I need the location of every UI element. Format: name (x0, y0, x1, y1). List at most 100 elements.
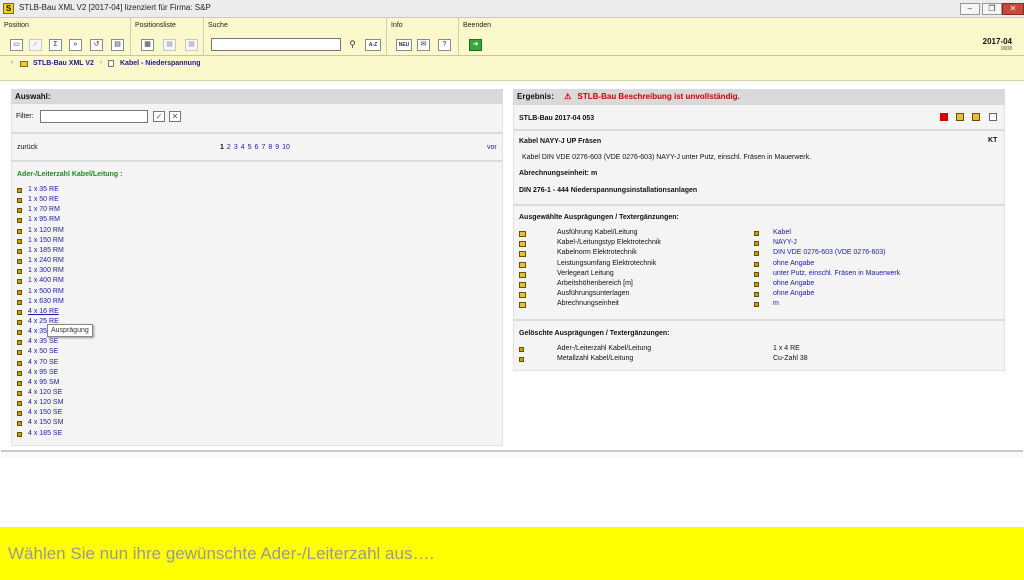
option-item[interactable]: 4 x 185 SE (28, 430, 62, 437)
attribute-edit-icon[interactable] (519, 251, 526, 258)
tooltip: Ausprägung (47, 324, 93, 337)
attribute-edit-icon[interactable] (519, 261, 526, 268)
forward-link[interactable]: vor (487, 144, 497, 151)
option-bullet-icon (17, 411, 22, 417)
option-item[interactable]: 4 x 120 SE (28, 389, 62, 396)
minimize-button[interactable]: – (960, 3, 980, 15)
page-link[interactable]: 8 (268, 144, 272, 151)
attribute-edit-icon[interactable] (519, 241, 526, 248)
breadcrumb: › STLB-Bau XML V2 › Kabel - Niederspannu… (0, 56, 1024, 81)
attribute-label: Arbeitshöhenbereich [m] (557, 280, 633, 287)
undo-icon[interactable]: ↺ (90, 39, 103, 51)
attribute-value[interactable]: ohne Angabe (773, 290, 814, 297)
attribute-value[interactable]: ohne Angabe (773, 260, 814, 267)
option-item[interactable]: 1 x 120 RM (28, 227, 64, 234)
option-item[interactable]: 1 x 630 RM (28, 298, 64, 305)
page-link[interactable]: 7 (261, 144, 265, 151)
divider (11, 160, 503, 162)
result-code: KT (988, 137, 998, 144)
option-item[interactable]: 1 x 95 RM (28, 216, 60, 223)
back-link[interactable]: zurück (17, 144, 38, 151)
page-link[interactable]: 5 (248, 144, 252, 151)
print-icon[interactable] (989, 113, 997, 121)
attribute-value[interactable]: NAYY-J (773, 239, 797, 246)
option-item[interactable]: 1 x 500 RM (28, 288, 64, 295)
list-add-icon[interactable]: ▦ (141, 39, 154, 51)
option-item[interactable]: 1 x 300 RM (28, 267, 64, 274)
option-item[interactable]: 4 x 35 SE (28, 338, 58, 345)
page-link[interactable]: 2 (227, 144, 231, 151)
option-item[interactable]: 1 x 400 RM (28, 277, 64, 284)
close-button[interactable]: ✕ (1002, 3, 1024, 15)
page-link[interactable]: 1 (220, 144, 224, 151)
page-link[interactable]: 3 (234, 144, 238, 151)
attribute-value[interactable]: unter Putz, einschl. Fräsen in Mauerwerk (773, 270, 900, 277)
divider (11, 132, 503, 134)
export-icon[interactable] (972, 113, 980, 121)
attribute-value[interactable]: DIN VDE 0276-603 (VDE 0276-603) (773, 249, 885, 256)
mail-icon[interactable]: ✉ (417, 39, 430, 51)
filter-clear-button[interactable]: ✕ (169, 111, 181, 122)
filter-label: Filter: (16, 113, 34, 120)
attribute-edit-icon[interactable] (519, 231, 526, 237)
binoculars-icon[interactable]: ⚲ (346, 39, 359, 51)
breadcrumb-root[interactable]: STLB-Bau XML V2 (33, 60, 94, 67)
forward-icon[interactable]: » (69, 39, 82, 51)
result-edition: STLB-Bau 2017-04 053 (519, 115, 595, 122)
option-item[interactable]: 4 x 120 SM (28, 399, 63, 406)
option-item[interactable]: 4 x 95 SM (28, 379, 60, 386)
option-item[interactable]: 1 x 150 RM (28, 237, 64, 244)
attribute-value[interactable]: Kabel (773, 229, 791, 236)
option-item[interactable]: 1 x 50 RE (28, 196, 59, 203)
news-button[interactable]: NEU (396, 39, 412, 51)
search-input[interactable] (211, 38, 341, 51)
sum-icon[interactable]: Σ (49, 39, 62, 51)
value-bullet-icon (754, 302, 759, 308)
option-item[interactable]: 4 x 70 SE (28, 359, 58, 366)
option-item[interactable]: 4 x 150 SM (28, 419, 63, 426)
page-link[interactable]: 6 (255, 144, 259, 151)
attribute-edit-icon[interactable] (519, 282, 526, 288)
maximize-button[interactable]: ❐ (982, 3, 1002, 15)
app-icon: S (3, 3, 14, 14)
option-item[interactable]: 4 x 150 SE (28, 409, 62, 416)
option-bullet-icon (17, 360, 22, 366)
option-item[interactable]: 4 x 16 RE (28, 308, 59, 315)
attribute-value[interactable]: m (773, 300, 779, 307)
attribute-edit-icon[interactable] (519, 302, 526, 309)
breadcrumb-current[interactable]: Kabel - Niederspannung (120, 60, 201, 67)
az-index-button[interactable]: A-Z (365, 39, 381, 51)
page-link[interactable]: 10 (282, 144, 290, 151)
add-folder-icon[interactable] (956, 113, 964, 121)
option-item[interactable]: 4 x 50 SE (28, 348, 58, 355)
group-positionsliste: Positionsliste ▦ ▦ ▦ (131, 18, 204, 56)
deleted-label: Metallzahl Kabel/Leitung (557, 355, 634, 363)
option-item[interactable]: 4 x 95 SE (28, 369, 58, 376)
bookmark-icon[interactable] (940, 113, 948, 121)
value-bullet-icon (754, 261, 759, 267)
page-link[interactable]: 4 (241, 144, 245, 151)
attribute-edit-icon[interactable] (519, 271, 526, 278)
new-position-icon[interactable]: ▭ (10, 39, 23, 51)
check-position-icon[interactable]: ✓ (29, 39, 42, 51)
group-info: Info NEU ✉ ? (387, 18, 459, 56)
document-icon[interactable]: ▤ (111, 39, 124, 51)
list-copy-icon[interactable]: ▦ (163, 39, 176, 51)
option-item[interactable]: 1 x 240 RM (28, 257, 64, 264)
result-header: Ergebnis: ⚠ STLB-Bau Beschreibung ist un… (513, 89, 1005, 105)
option-bullet-icon (17, 218, 22, 224)
attribute-label: Kabelnorm Elektrotechnik (557, 249, 637, 257)
option-item[interactable]: 1 x 185 RM (28, 247, 64, 254)
attribute-edit-icon[interactable] (519, 292, 526, 299)
attribute-value[interactable]: ohne Angabe (773, 280, 814, 287)
option-item[interactable]: 1 x 35 RE (28, 186, 59, 193)
exit-icon[interactable]: ➜ (469, 39, 482, 51)
filter-apply-button[interactable]: ✓ (153, 111, 165, 122)
filter-input[interactable] (40, 110, 148, 123)
option-item[interactable]: 1 x 70 RM (28, 206, 60, 213)
help-icon[interactable]: ? (438, 39, 451, 51)
list-export-icon[interactable]: ▦ (185, 39, 198, 51)
page-link[interactable]: 9 (275, 144, 279, 151)
attribute-label: Ausführungsunterlagen (557, 290, 630, 298)
folder-icon (20, 61, 28, 67)
